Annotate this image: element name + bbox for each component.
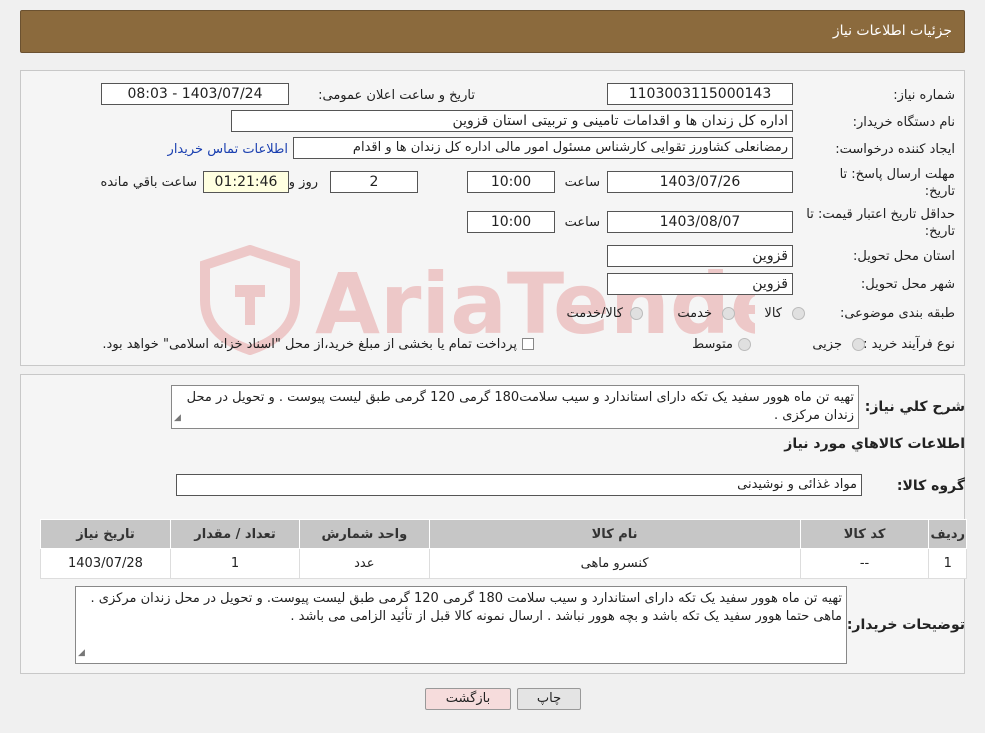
remaining-time-label: ساعت باقي مانده xyxy=(100,175,197,190)
resize-grip-icon: ◢ xyxy=(174,413,181,423)
process-radio-minor[interactable] xyxy=(852,338,865,351)
col-code: کد کالا xyxy=(799,519,930,549)
process-option-medium: متوسط xyxy=(692,337,733,352)
goods-group-label: گروه کالا: xyxy=(896,478,965,494)
cell-row: 1 xyxy=(928,548,967,579)
summary-text[interactable]: تهیه تن ماه هوور سفید یک تکه دارای استان… xyxy=(171,385,859,429)
buyer-notes-label: توضیحات خریدار: xyxy=(846,617,965,633)
buyer-org-field[interactable]: اداره کل زندان ها و اقدامات تامینی و ترب… xyxy=(231,110,793,132)
reply-deadline-label-2: تاریخ: xyxy=(924,184,955,199)
summary-label: شرح کلي نياز: xyxy=(864,399,965,415)
cell-name: کنسرو ماهی xyxy=(428,548,801,579)
reply-deadline-label: مهلت ارسال پاسخ: تا xyxy=(839,167,955,182)
category-option-goods-service: کالا/خدمت xyxy=(566,306,623,321)
announce-datetime-field[interactable]: 1403/07/24 - 08:03 xyxy=(101,83,289,105)
category-option-service: خدمت xyxy=(677,306,712,321)
goods-section-title: اطلاعات کالاهاي مورد نياز xyxy=(784,436,965,452)
city-field[interactable]: قزوین xyxy=(607,273,793,295)
col-name: نام کالا xyxy=(428,519,801,549)
validity-date-field[interactable]: 1403/08/07 xyxy=(607,211,793,233)
page-header: جزئیات اطلاعات نیاز xyxy=(20,10,965,53)
reply-date-field[interactable]: 1403/07/26 xyxy=(607,171,793,193)
remaining-days-field[interactable]: 2 xyxy=(330,171,418,193)
reply-time-field[interactable]: 10:00 xyxy=(467,171,555,193)
validity-time-label: ساعت xyxy=(564,215,600,230)
days-label: روز و xyxy=(288,175,318,190)
process-type-label: نوع فرآیند خرید : xyxy=(863,337,955,352)
requester-field[interactable]: رمضانعلی کشاورز تقوایی کارشناس مسئول امو… xyxy=(293,137,793,159)
need-number-field[interactable]: 1103003115000143 xyxy=(607,83,793,105)
province-label: استان محل تحویل: xyxy=(853,249,955,264)
items-table: ردیف کد کالا نام کالا واحد شمارش تعداد /… xyxy=(40,519,967,579)
back-button[interactable]: بازگشت xyxy=(425,688,511,710)
requester-label: ایجاد کننده درخواست: xyxy=(835,142,955,157)
reply-time-label: ساعت xyxy=(564,175,600,190)
remaining-time-field[interactable]: 01:21:46 xyxy=(203,171,289,193)
validity-time-field[interactable]: 10:00 xyxy=(467,211,555,233)
buyer-notes-content: تهیه تن ماه هوور سفید یک تکه دارای استان… xyxy=(90,591,842,624)
print-button[interactable]: چاپ xyxy=(517,688,581,710)
province-field[interactable]: قزوین xyxy=(607,245,793,267)
summary-content: تهیه تن ماه هوور سفید یک تکه دارای استان… xyxy=(186,390,854,423)
category-radio-service[interactable] xyxy=(722,307,735,320)
process-option-minor: جزیی xyxy=(812,337,842,352)
need-number-label: شماره نیاز: xyxy=(893,88,955,103)
price-validity-label: حداقل تاریخ اعتبار قیمت: تا xyxy=(806,207,955,222)
category-radio-goods[interactable] xyxy=(792,307,805,320)
payment-note: پرداخت تمام یا بخشی از مبلغ خرید،از محل … xyxy=(102,337,517,352)
cell-code: -- xyxy=(799,548,930,579)
price-validity-label-2: تاریخ: xyxy=(924,224,955,239)
cell-unit: عدد xyxy=(299,548,430,579)
announce-label: تاریخ و ساعت اعلان عمومی: xyxy=(318,88,475,103)
city-label: شهر محل تحویل: xyxy=(860,277,955,292)
buyer-contact-link[interactable]: اطلاعات تماس خریدار xyxy=(168,142,288,157)
category-label: طبقه بندی موضوعی: xyxy=(839,306,955,321)
cell-qty: 1 xyxy=(169,548,301,579)
col-qty: تعداد / مقدار xyxy=(169,519,301,549)
col-date: تاریخ نیاز xyxy=(40,519,171,549)
table-row[interactable]: 1 -- کنسرو ماهی عدد 1 1403/07/28 xyxy=(40,548,967,579)
table-header-row: ردیف کد کالا نام کالا واحد شمارش تعداد /… xyxy=(40,519,967,549)
buyer-notes-text[interactable]: تهیه تن ماه هوور سفید یک تکه دارای استان… xyxy=(75,586,847,664)
category-option-goods: کالا xyxy=(764,306,782,321)
buyer-org-label: نام دستگاه خریدار: xyxy=(852,115,955,130)
category-radio-goods-service[interactable] xyxy=(630,307,643,320)
goods-group-field[interactable]: مواد غذائی و نوشیدنی xyxy=(176,474,862,496)
col-unit: واحد شمارش xyxy=(299,519,430,549)
process-radio-medium[interactable] xyxy=(738,338,751,351)
payment-checkbox[interactable] xyxy=(522,338,534,350)
col-row: ردیف xyxy=(928,519,967,549)
page-title: جزئیات اطلاعات نیاز xyxy=(832,23,952,39)
resize-grip-icon: ◢ xyxy=(78,648,85,658)
cell-date: 1403/07/28 xyxy=(40,548,171,579)
